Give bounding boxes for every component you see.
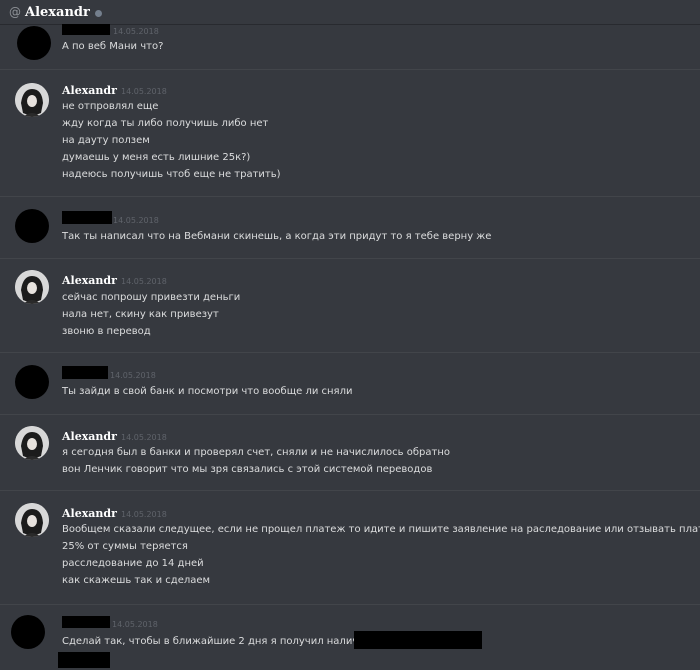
message-timestamp: 14.05.2018 <box>121 87 167 96</box>
dm-recipient-name[interactable]: Alexandr <box>25 5 90 20</box>
message-timestamp: 14.05.2018 <box>121 510 167 519</box>
message-text: А по веб Мани что? <box>62 41 164 52</box>
redacted-username <box>62 616 110 628</box>
message-divider <box>0 258 700 259</box>
message-group: Alexandr 14.05.2018 я сегодня был в банк… <box>0 424 700 484</box>
avatar[interactable] <box>17 26 51 60</box>
message-author[interactable]: Alexandr <box>62 507 117 520</box>
message-group: 14.05.2018 Ты зайди в свой банк и посмот… <box>0 362 700 412</box>
avatar[interactable] <box>15 270 49 304</box>
message-text: не отпровлял еще <box>62 101 159 112</box>
message-divider <box>0 196 700 197</box>
avatar[interactable] <box>11 615 45 649</box>
message-group: 14.05.2018 Сделай так, чтобы в ближайшие… <box>0 612 700 670</box>
message-text: я сегодня был в банки и проверял счет, с… <box>62 447 450 458</box>
message-group: Alexandr 14.05.2018 Вообщем сказали след… <box>0 500 700 595</box>
message-text: надеюсь получишь чтоб еще не тратить) <box>62 169 281 180</box>
redacted-text <box>58 652 110 668</box>
message-timestamp: 14.05.2018 <box>113 27 159 36</box>
message-text: 25% от суммы теряется <box>62 541 188 552</box>
message-divider <box>0 352 700 353</box>
redacted-username <box>62 211 112 224</box>
avatar[interactable] <box>15 503 49 537</box>
avatar[interactable] <box>15 83 49 117</box>
message-text: расследование до 14 дней <box>62 558 204 569</box>
message-author[interactable]: Alexandr <box>62 84 117 97</box>
at-icon: @ <box>9 5 21 19</box>
avatar[interactable] <box>15 365 49 399</box>
message-text: нала нет, скину как привезут <box>62 309 219 320</box>
dm-header: @ Alexandr <box>0 0 700 24</box>
message-group: 14.05.2018 А по веб Мани что? <box>0 24 700 74</box>
redacted-username <box>62 24 110 35</box>
message-text: на дауту ползем <box>62 135 150 146</box>
message-timestamp: 14.05.2018 <box>121 277 167 286</box>
avatar[interactable] <box>15 209 49 243</box>
avatar-image <box>15 83 49 117</box>
message-timestamp: 14.05.2018 <box>121 433 167 442</box>
message-group: 14.05.2018 Так ты написал что на Вебмани… <box>0 206 700 256</box>
message-divider <box>0 414 700 415</box>
avatar-image <box>15 503 49 537</box>
message-text: Вообщем сказали следущее, если не прощел… <box>62 524 700 535</box>
message-text: Так ты написал что на Вебмани скинешь, а… <box>62 231 492 242</box>
avatar-image <box>15 270 49 304</box>
redacted-username <box>62 366 108 379</box>
message-text: жду когда ты либо получишь либо нет <box>62 118 269 129</box>
message-text: как скажешь так и сделаем <box>62 575 211 586</box>
message-timestamp: 14.05.2018 <box>113 216 159 225</box>
redacted-text <box>354 631 482 649</box>
avatar-image <box>15 426 49 460</box>
message-timestamp: 14.05.2018 <box>112 620 158 629</box>
message-divider <box>0 604 700 605</box>
message-author[interactable]: Alexandr <box>62 430 117 443</box>
message-group: Alexandr 14.05.2018 сейчас попрошу приве… <box>0 268 700 348</box>
message-text: сейчас попрошу привезти деньги <box>62 292 241 303</box>
message-text: Сделай так, чтобы в ближайшие 2 дня я по… <box>62 636 374 647</box>
message-divider <box>0 490 700 491</box>
message-group: Alexandr 14.05.2018 не отпровлял еще жду… <box>0 80 700 190</box>
message-text: звоню в перевод <box>62 326 151 337</box>
avatar[interactable] <box>15 426 49 460</box>
message-text: Ты зайди в свой банк и посмотри что вооб… <box>62 386 353 397</box>
message-divider <box>0 69 700 70</box>
status-offline-icon <box>94 9 102 17</box>
message-text: вон Ленчик говорит что мы зря связались … <box>62 464 433 475</box>
message-timestamp: 14.05.2018 <box>110 371 156 380</box>
message-author[interactable]: Alexandr <box>62 274 117 287</box>
message-text: думаешь у меня есть лишние 25к?) <box>62 152 251 163</box>
